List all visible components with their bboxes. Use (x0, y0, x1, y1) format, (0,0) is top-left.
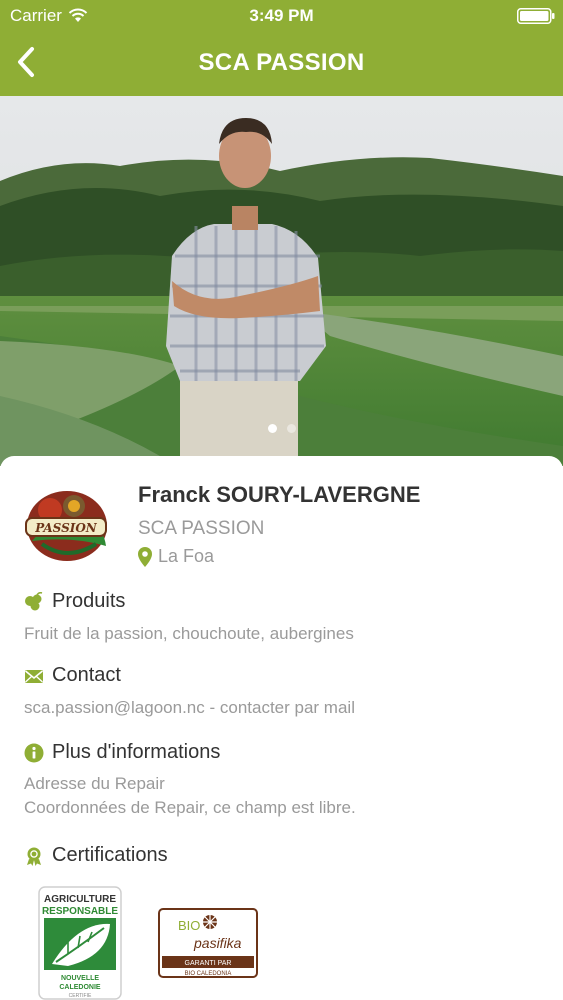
battery-icon (517, 8, 555, 24)
fruits-icon (25, 591, 43, 610)
producer-photo (0, 96, 563, 466)
agri-badge-bottom-2: CALEDONIE (59, 984, 101, 991)
agriculture-responsable-badge[interactable]: AGRICULTURE RESPONSABLE NOUVELLE CALEDON… (38, 886, 122, 1000)
certifications-section-title: Certifications (24, 844, 168, 867)
info-address-label: Adresse du Repair (24, 774, 165, 793)
contact-email-link[interactable]: sca.passion@lagoon.nc - contacter par ma… (24, 696, 355, 720)
carousel-dot-1[interactable] (267, 424, 277, 433)
info-section-title: Plus d'informations (24, 741, 220, 764)
producer-logo: PASSION (25, 491, 107, 561)
contact-section-title: Contact (24, 664, 121, 687)
products-text: Fruit de la passion, chouchoute, aubergi… (24, 624, 354, 643)
carousel-page-indicator (0, 424, 563, 433)
agri-badge-bottom-1: NOUVELLE (61, 975, 99, 982)
info-icon (24, 743, 44, 762)
producer-card: PASSION Franck SOURY-LAVERGNE SCA PASSIO… (0, 456, 563, 1000)
envelope-icon (24, 669, 44, 683)
products-section-title: Produits (24, 590, 125, 613)
status-time: 3:49 PM (249, 6, 314, 25)
producer-photo-carousel[interactable] (0, 96, 563, 466)
info-details-text: Coordonnées de Repair, ce champ est libr… (24, 798, 356, 817)
status-bar: Carrier 3:49 PM (0, 0, 563, 32)
carousel-dot-2[interactable] (286, 424, 296, 433)
agri-badge-bottom-3: CERTIFIE (69, 993, 92, 999)
navigation-bar: SCA PASSION (0, 32, 563, 96)
logo-text: PASSION (34, 521, 98, 535)
app-header: Carrier 3:49 PM SCA PASSION (0, 0, 563, 96)
company-name: SCA PASSION (138, 518, 265, 539)
agri-badge-top-text: AGRICULTURE (44, 894, 116, 905)
location[interactable]: La Foa (138, 546, 214, 567)
bio-pasifika-badge[interactable]: BIO pasifika GARANTI PAR BIO CALEDONIA (158, 908, 258, 978)
bio-badge-bio-text: BIO (178, 918, 200, 933)
certifications-title: Certifications (52, 844, 168, 866)
map-pin-icon (138, 546, 152, 567)
page-title: SCA PASSION (198, 49, 365, 76)
info-title: Plus d'informations (52, 741, 221, 763)
bio-badge-name-text: pasifika (193, 935, 242, 951)
contact-title: Contact (52, 664, 121, 686)
bio-badge-garanti-text: GARANTI PAR (185, 960, 232, 967)
producer-name: Franck SOURY-LAVERGNE (138, 482, 421, 507)
agri-badge-mid-text: RESPONSABLE (42, 906, 118, 917)
location-label: La Foa (158, 546, 215, 566)
bio-badge-org-text: BIO CALEDONIA (185, 971, 232, 977)
award-icon (27, 847, 41, 866)
products-title: Produits (52, 590, 126, 612)
